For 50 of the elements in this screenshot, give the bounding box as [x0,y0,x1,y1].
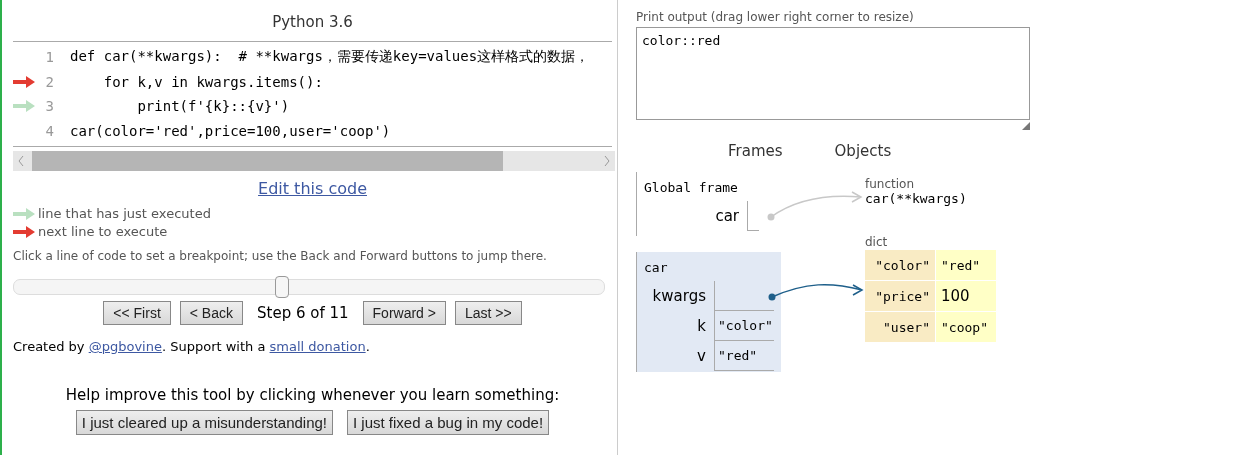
slider-thumb[interactable] [275,276,290,298]
edit-code-link[interactable]: Edit this code [258,179,367,198]
credit-link[interactable]: small donation [269,339,366,354]
frames-heading: Frames [728,142,783,162]
feedback-button[interactable]: I just cleared up a misunderstanding! [75,410,333,435]
code-line[interactable]: def car(**kwargs): # **kwargs，需要传递key=values这样格式的数据， [70,48,590,67]
line-number: 3 [44,98,54,115]
pointer-cell [747,201,759,231]
variable-value: "color" [714,311,774,341]
variable-name: kwargs [652,287,707,305]
step-button[interactable]: << First [103,301,171,325]
feedback-button[interactable]: I just fixed a bug in my code! [347,410,550,435]
variable-value: "red" [714,341,774,371]
dict-value: "red" [936,250,996,280]
legend-label: line that has just executed [38,206,211,221]
resize-grip-icon[interactable] [1022,122,1030,130]
line-number: 1 [44,49,54,66]
dict-value: 100 [936,281,996,311]
line-number: 4 [44,122,54,139]
variable-name: v [697,347,707,365]
step-button[interactable]: Last >> [454,301,522,325]
output-label: Print output (drag lower right corner to resize) [636,10,915,24]
variable-name: k [697,317,707,335]
dict-key: "color" [865,250,935,280]
credit-link[interactable]: @pgbovine [88,339,162,354]
print-output-box: color::red [636,27,1030,120]
step-counter: Step 6 of 11 [257,304,349,322]
object-type-label: function [865,177,916,191]
line-number: 2 [44,73,54,90]
code-line[interactable]: car(color='red',price=100,user='coop') [70,122,391,139]
frame-title: Global frame [643,179,739,197]
legend-label: next line to execute [38,224,168,239]
dict-value: "coop" [936,312,996,342]
code-line[interactable]: for k,v in kwargs.items(): [70,73,323,90]
language-title: Python 3.6 [271,13,354,33]
step-slider[interactable] [13,279,605,295]
frame-title: car [643,259,669,277]
breakpoint-hint: Click a line of code to set a breakpoint; use the Back and Forward buttons to jump there. [13,249,548,263]
horizontal-scrollbar[interactable] [13,151,615,171]
dict-key: "price" [865,281,935,311]
object-type-label: dict [865,235,889,249]
code-line[interactable]: print(f'{k}::{v}') [70,98,290,115]
feedback-prompt: Help improve this tool by clicking whenever you learn something: [65,386,560,404]
dict-key: "user" [865,312,935,342]
function-object: car(**kwargs) [865,191,967,206]
step-button[interactable]: Forward > [362,301,446,325]
step-button[interactable]: < Back [179,301,243,325]
objects-heading: Objects [834,142,892,162]
variable-name: car [715,207,740,225]
credits-text: Created by @pgbovine. Support with a small donation. [13,339,371,354]
